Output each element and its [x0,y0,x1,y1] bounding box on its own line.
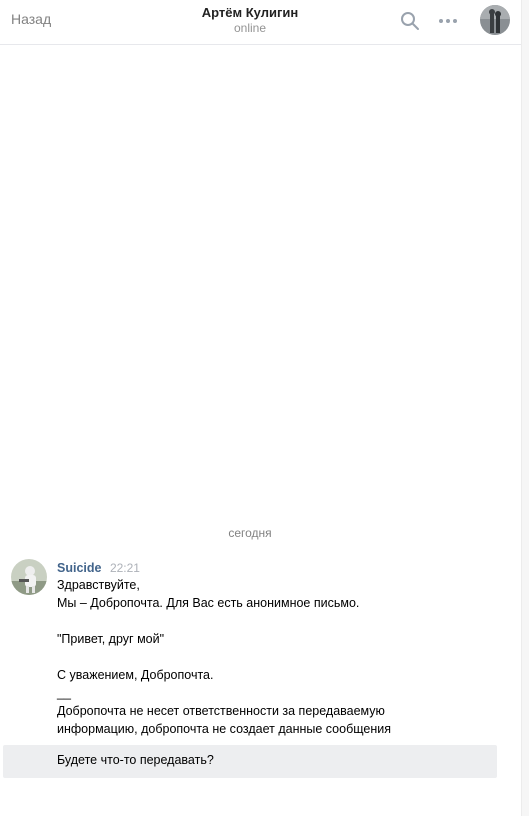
message-author[interactable]: Suicide [57,561,101,575]
message-line: Мы – Добропочта. Для Вас есть анонимное … [57,596,360,610]
peer-status: online [233,21,267,35]
message-line: Добропочта не несет ответственности за п… [57,704,385,718]
message-header: Suicide 22:21 [57,561,140,575]
scrollbar[interactable] [521,0,529,816]
composer-text[interactable]: Будете что-то передавать? [57,753,214,767]
message-line: информацию, добропочта не создает данные… [57,722,391,736]
back-button[interactable]: Назад [11,11,51,27]
sender-avatar[interactable] [11,559,47,595]
more-horizontal-icon[interactable] [437,11,459,31]
chat-title[interactable]: Артём Кулигин online [150,4,350,36]
message-time[interactable]: 22:21 [110,561,140,575]
message-line: С уважением, Добропочта. [57,668,214,682]
top-bar: Назад Артём Кулигин online [0,0,522,45]
message-line: "Привет, друг мой" [57,632,165,646]
date-separator: сегодня [228,526,272,540]
message-line: Здравствуйте, [57,578,140,592]
message-composer[interactable]: Будете что-то передавать? [3,745,497,778]
peer-name: Артём Кулигин [201,5,299,20]
message-line: __ [57,686,71,700]
peer-avatar[interactable] [480,5,510,35]
search-icon[interactable] [400,11,420,31]
